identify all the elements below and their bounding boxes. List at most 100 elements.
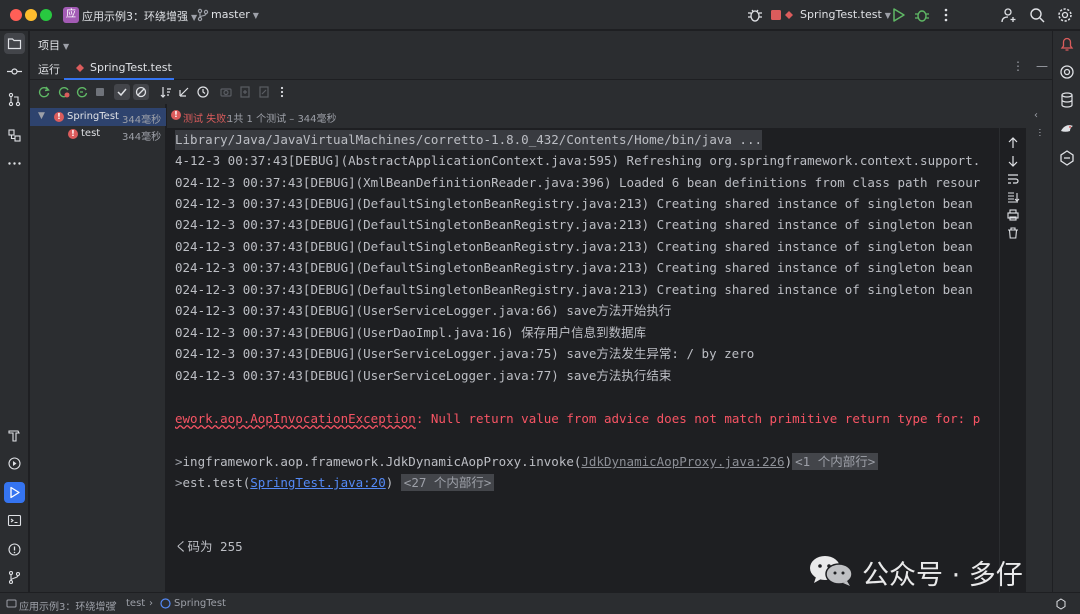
ignored-icon — [135, 86, 147, 98]
scroll-to-end-icon[interactable] — [1006, 190, 1020, 204]
arrow-down-icon[interactable] — [1006, 154, 1020, 168]
stack-frame: est.test( — [182, 475, 251, 490]
project-panel-header: 项目 ▼ — [30, 31, 1052, 55]
project-tool-button[interactable] — [4, 33, 25, 54]
run-tab-label: SpringTest.test — [90, 61, 172, 74]
breadcrumb-class[interactable]: SpringTest — [174, 598, 226, 609]
log-line: 024-12-3 00:37:43[DEBUG](UserDaoImpl.jav… — [175, 325, 647, 340]
chevron-down-icon: ▼ — [252, 11, 259, 20]
console-side-toolbar — [999, 128, 1026, 592]
problems-tool-button[interactable] — [4, 539, 25, 560]
title-bar: 应 应用示例3：环绕增强 ▼ master ▼ SpringTest.test ▼ — [0, 0, 1080, 30]
module-icon — [6, 599, 17, 608]
copilot-icon[interactable] — [1058, 149, 1076, 167]
run-panel-header: 运行 SpringTest.test ⋮ — — [30, 55, 1052, 80]
tree-item-test[interactable]: ! test 344毫秒 — [30, 125, 166, 143]
show-ignored-toggle[interactable] — [133, 84, 149, 100]
toggle-auto-test-button[interactable] — [74, 84, 90, 100]
show-passed-toggle[interactable] — [114, 84, 130, 100]
minimize-window-button[interactable] — [25, 9, 37, 21]
rerun-button[interactable] — [36, 84, 52, 100]
log-line: 024-12-3 00:37:43[DEBUG](UserServiceLogg… — [175, 346, 755, 361]
build-tool-button[interactable] — [4, 425, 25, 446]
project-badge-icon[interactable]: 应 — [63, 7, 79, 23]
log-line: 024-12-3 00:37:43[DEBUG](UserServiceLogg… — [175, 303, 672, 318]
database-icon[interactable] — [1058, 91, 1076, 109]
expand-arrow-icon[interactable]: > — [175, 454, 183, 469]
sort-alpha-button[interactable] — [158, 84, 174, 100]
debug-bug-icon[interactable] — [746, 6, 764, 24]
stop-button[interactable] — [92, 84, 108, 100]
print-icon[interactable] — [1006, 208, 1020, 222]
breadcrumb-separator-icon: › — [149, 598, 153, 609]
run-icon[interactable] — [889, 6, 907, 24]
structure-tool-button[interactable] — [4, 125, 25, 146]
history-button[interactable] — [195, 84, 211, 100]
hide-panel-icon[interactable]: — — [1036, 59, 1048, 73]
rerun-failed-icon — [58, 87, 70, 98]
arrow-up-icon[interactable] — [1006, 136, 1020, 150]
ai-assistant-icon[interactable] — [1058, 63, 1076, 81]
project-name: 应用示例3：环绕增强 — [82, 10, 188, 23]
collapse-arrow-icon[interactable]: ‹ — [1034, 110, 1038, 121]
console-command-line: Library/Java/JavaVirtualMachines/corrett… — [175, 130, 762, 150]
terminal-tool-button[interactable] — [4, 510, 25, 531]
console-output[interactable]: Library/Java/JavaVirtualMachines/corrett… — [167, 128, 999, 592]
chevron-down-icon[interactable]: ▼ — [38, 111, 45, 121]
maximize-window-button[interactable] — [40, 9, 52, 21]
git-branch-icon — [197, 8, 209, 22]
log-line: 024-12-3 00:37:43[DEBUG](DefaultSingleto… — [175, 260, 973, 275]
breadcrumb-project[interactable]: 应用示例3：环绕增强 — [19, 598, 115, 613]
project-dropdown[interactable]: 项目 ▼ — [38, 37, 69, 53]
log-line: 024-12-3 00:37:43[DEBUG](XmlBeanDefiniti… — [175, 175, 981, 190]
toolbar-more-button[interactable] — [274, 84, 290, 100]
add-user-icon[interactable] — [1000, 6, 1018, 24]
commit-tool-button[interactable] — [4, 61, 25, 82]
test-method-name: test — [81, 128, 101, 139]
export-icon — [259, 86, 269, 98]
notifications-icon[interactable] — [1058, 35, 1076, 53]
folded-lines-marker[interactable]: <1 个内部行> — [792, 453, 879, 470]
stack-frame-link[interactable]: SpringTest.java:20 — [250, 475, 385, 490]
copilot-status-icon[interactable] — [1055, 598, 1067, 610]
rerun-failed-button[interactable] — [56, 84, 72, 100]
checkmark-icon — [117, 88, 127, 97]
pull-requests-tool-button[interactable] — [4, 89, 25, 110]
git-tool-button[interactable] — [4, 567, 25, 588]
close-window-button[interactable] — [10, 9, 22, 21]
screenshot-button — [218, 84, 234, 100]
sort-icon — [160, 87, 171, 98]
run-tool-button[interactable] — [4, 482, 25, 503]
hammer-icon — [8, 430, 20, 442]
trash-icon[interactable] — [1006, 226, 1020, 240]
git-icon — [8, 570, 21, 585]
services-tool-button[interactable] — [4, 453, 25, 474]
test-status-line: ! 测试 失败: 1共 1 个测试 – 344毫秒 — [167, 104, 1052, 128]
more-actions-icon[interactable] — [937, 6, 955, 24]
plugin-bird-icon[interactable] — [1058, 119, 1076, 137]
soft-wrap-icon[interactable] — [1006, 172, 1020, 186]
project-selector[interactable]: 应用示例3：环绕增强 ▼ — [82, 8, 197, 24]
branch-selector[interactable]: master ▼ — [211, 8, 259, 21]
gear-icon[interactable] — [1056, 6, 1074, 24]
more-tools-button[interactable] — [4, 153, 25, 174]
test-class-time: 344毫秒 — [122, 115, 162, 126]
stack-frame-link[interactable]: JdkDynamicAopProxy.java:226 — [581, 454, 784, 469]
tree-item-springtest[interactable]: ▼ ! SpringTest 344毫秒 — [30, 108, 166, 126]
stack-frame-close: ) — [784, 454, 793, 469]
status-bar: 应用示例3：环绕增强 › test › SpringTest — [0, 592, 1080, 614]
run-config-selector[interactable]: SpringTest.test ▼ — [800, 8, 891, 21]
stop-icon — [96, 88, 104, 96]
breadcrumb-folder[interactable]: test — [126, 598, 145, 609]
panel-options-icon[interactable]: ⋮ — [1012, 59, 1024, 73]
debug-run-icon[interactable] — [913, 6, 931, 24]
expand-arrow-icon[interactable]: > — [175, 475, 183, 490]
history-icon — [197, 86, 209, 98]
branch-name: master — [211, 8, 250, 21]
log-line: 024-12-3 00:37:43[DEBUG](DefaultSingleto… — [175, 282, 973, 297]
folded-lines-marker[interactable]: <27 个内部行> — [400, 474, 495, 491]
search-icon[interactable] — [1028, 6, 1046, 24]
tab-spring-test[interactable]: SpringTest.test — [64, 55, 174, 80]
sort-duration-button[interactable] — [176, 84, 192, 100]
breadcrumb-separator-icon: › — [113, 598, 117, 609]
